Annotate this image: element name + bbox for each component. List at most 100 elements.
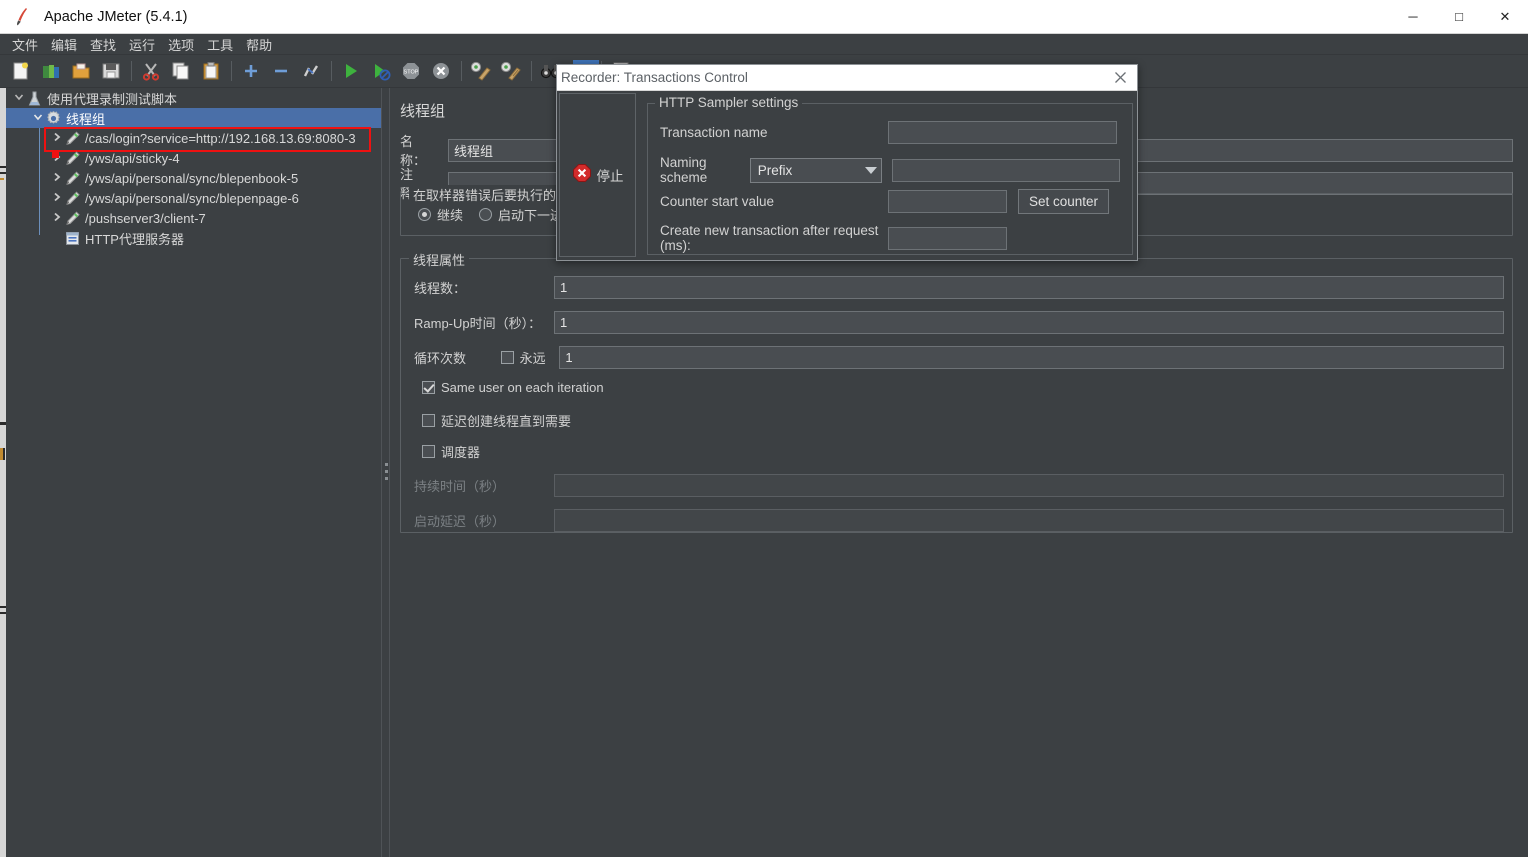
menu-run[interactable]: 运行 (123, 34, 161, 55)
thread-count-input[interactable] (554, 276, 1504, 299)
close-icon[interactable] (1103, 65, 1137, 91)
naming-scheme-select[interactable]: Prefix (749, 157, 882, 183)
copy-icon[interactable] (168, 58, 194, 84)
chevron-down-icon[interactable] (12, 92, 26, 105)
startup-delay-label: 启动延迟（秒） (414, 514, 506, 529)
tree-node-http-sampler-blepenbook[interactable]: /yws/api/personal/sync/blepenbook-5 (6, 168, 381, 188)
chevron-right-icon[interactable] (50, 132, 64, 145)
test-plan-tree[interactable]: 使用代理录制测试脚本 线程组 /cas/login?service=http:/… (6, 88, 381, 857)
panel-splitter[interactable] (381, 88, 390, 857)
stop-icon[interactable]: STOP (398, 58, 424, 84)
start-play-icon[interactable] (338, 58, 364, 84)
tree-node-http-sampler-pushserver[interactable]: /pushserver3/client-7 (6, 208, 381, 228)
open-templates-icon[interactable] (38, 58, 64, 84)
toggle-enable-icon[interactable] (298, 58, 324, 84)
tree-node-http-sampler-sticky[interactable]: /yws/api/sticky-4 (6, 148, 381, 168)
loop-count-row: 循环次数 永远 (414, 346, 1505, 369)
tree-node-label: /pushserver3/client-7 (85, 210, 206, 226)
tree-node-label: /cas/login?service=http://192.168.13.69:… (85, 130, 356, 146)
create-new-transaction-label: Create new transaction after request (ms… (660, 223, 879, 253)
menu-help[interactable]: 帮助 (240, 34, 278, 55)
delay-thread-creation-checkbox[interactable] (422, 414, 435, 427)
duration-row: 持续时间（秒） (414, 474, 1504, 497)
rampup-input[interactable] (554, 311, 1504, 334)
naming-scheme-extra-input[interactable] (891, 158, 1120, 182)
same-user-checkbox[interactable] (422, 381, 435, 394)
scheduler-label: 调度器 (441, 445, 481, 460)
duration-input[interactable] (554, 474, 1504, 497)
shutdown-icon[interactable] (428, 58, 454, 84)
tree-node-label: /yws/api/sticky-4 (85, 150, 180, 166)
tree-node-thread-group[interactable]: 线程组 (6, 108, 381, 128)
new-document-icon[interactable] (8, 58, 34, 84)
maximize-button[interactable]: □ (1436, 0, 1482, 34)
red-marker-icon (52, 151, 59, 158)
menubar: 文件 编辑 查找 运行 选项 工具 帮助 (0, 34, 1528, 55)
loop-count-input[interactable] (559, 346, 1505, 369)
splitter-grip[interactable] (385, 463, 388, 483)
menu-file[interactable]: 文件 (6, 34, 44, 55)
dialog-body: 停止 HTTP Sampler settings Transaction nam… (557, 91, 1137, 261)
clear-icon[interactable] (468, 58, 494, 84)
tree-node-http-proxy-server[interactable]: HTTP代理服务器 (6, 228, 381, 248)
delay-thread-creation-label: 延迟创建线程直到需要 (441, 414, 572, 429)
minimize-button[interactable]: ─ (1390, 0, 1436, 34)
tree-node-label: HTTP代理服务器 (85, 231, 184, 247)
chevron-down-icon[interactable] (864, 166, 877, 174)
clear-all-icon[interactable] (498, 58, 524, 84)
transaction-name-input[interactable] (888, 121, 1117, 144)
stop-button-panel[interactable]: 停止 (559, 93, 636, 257)
cut-scissors-icon[interactable] (138, 58, 164, 84)
stop-button-label: 停止 (596, 169, 624, 184)
tree-node-http-sampler-blepenpage[interactable]: /yws/api/personal/sync/blepenpage-6 (6, 188, 381, 208)
chevron-right-icon[interactable] (50, 192, 64, 205)
paste-clipboard-icon[interactable] (198, 58, 224, 84)
rampup-label: Ramp-Up时间（秒）： (414, 316, 542, 331)
naming-scheme-row: Naming scheme Prefix (660, 155, 1120, 185)
jmeter-window: Apache JMeter (5.4.1) ─ □ ✕ 文件 编辑 查找 运行 … (0, 0, 1528, 857)
collapse-minus-icon[interactable] (268, 58, 294, 84)
counter-start-label: Counter start value (660, 194, 775, 209)
thread-properties-title: 线程属性 (409, 250, 470, 269)
menu-options[interactable]: 选项 (162, 34, 200, 55)
radio-continue-icon[interactable] (418, 208, 431, 221)
start-no-pauses-icon[interactable] (368, 58, 394, 84)
counter-start-input[interactable] (888, 190, 1007, 213)
radio-continue-label: 继续 (437, 208, 464, 223)
window-title: Apache JMeter (5.4.1) (44, 8, 188, 25)
http-sampler-settings-group: HTTP Sampler settings Transaction name N… (647, 95, 1133, 255)
chevron-right-icon[interactable] (50, 212, 64, 225)
startup-delay-row: 启动延迟（秒） (414, 509, 1504, 532)
transaction-name-row: Transaction name (660, 121, 1120, 144)
window-titlebar: Apache JMeter (5.4.1) ─ □ ✕ (0, 0, 1528, 34)
close-button[interactable]: ✕ (1482, 0, 1528, 34)
startup-delay-input[interactable] (554, 509, 1504, 532)
menu-edit[interactable]: 编辑 (45, 34, 83, 55)
chevron-right-icon[interactable] (50, 172, 64, 185)
create-new-transaction-input[interactable] (888, 226, 1007, 250)
tree-node-label: 使用代理录制测试脚本 (47, 91, 178, 107)
scheduler-row[interactable]: 调度器 (422, 442, 480, 461)
tree-node-test-plan[interactable]: 使用代理录制测试脚本 (6, 88, 381, 108)
menu-tools[interactable]: 工具 (201, 34, 239, 55)
dialog-title: Recorder: Transactions Control (561, 70, 748, 85)
expand-plus-icon[interactable] (238, 58, 264, 84)
same-user-row[interactable]: Same user on each iteration (422, 380, 604, 395)
delay-thread-creation-row[interactable]: 延迟创建线程直到需要 (422, 411, 571, 430)
scheduler-checkbox[interactable] (422, 445, 435, 458)
transaction-name-label: Transaction name (660, 125, 768, 140)
dialog-titlebar: Recorder: Transactions Control (557, 65, 1137, 91)
tree-node-http-sampler-cas-login[interactable]: /cas/login?service=http://192.168.13.69:… (6, 127, 381, 152)
open-folder-icon[interactable] (68, 58, 94, 84)
rampup-row: Ramp-Up时间（秒）： (414, 311, 1504, 334)
thread-group-gear-icon (45, 110, 62, 127)
radio-start-next-loop-icon[interactable] (479, 208, 492, 221)
loop-count-label: 循环次数 (414, 351, 467, 366)
save-icon[interactable] (98, 58, 124, 84)
http-sampler-pen-icon (64, 190, 81, 207)
set-counter-button[interactable]: Set counter (1018, 189, 1110, 214)
error-action-continue[interactable]: 继续 (418, 205, 463, 224)
menu-search[interactable]: 查找 (84, 34, 122, 55)
chevron-down-icon[interactable] (31, 112, 45, 125)
forever-checkbox[interactable] (500, 351, 514, 364)
